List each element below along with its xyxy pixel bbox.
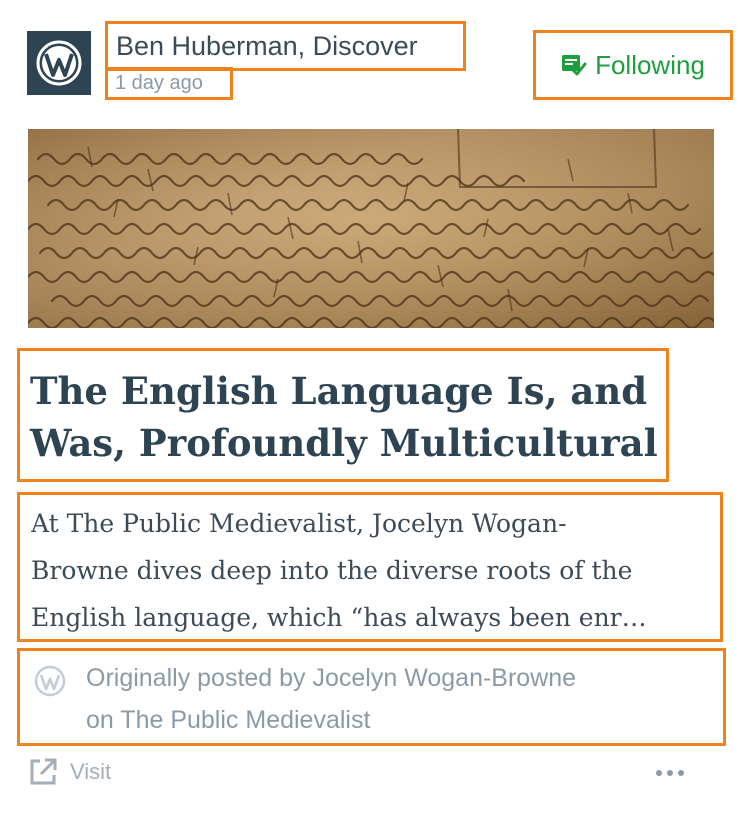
site-avatar[interactable] [27,31,91,95]
timestamp-label: 1 day ago [115,72,203,94]
title-line-2: Was, Profoundly Multicultural [30,421,658,465]
origin-text: Originally posted by Jocelyn Wogan-Brown… [86,657,576,743]
title-line-1: The English Language Is, and [30,369,648,413]
excerpt-line-1: At The Public Medievalist, Jocelyn Wogan… [31,509,567,538]
post-title[interactable]: The English Language Is, and Was, Profou… [17,348,669,482]
ellipsis-icon [656,770,684,776]
excerpt-line-3: English language, which “has always been… [31,603,647,632]
author-site-name[interactable]: Ben Huberman, Discover [105,21,466,71]
original-source-attribution[interactable]: Originally posted by Jocelyn Wogan-Brown… [17,648,726,746]
post-excerpt[interactable]: At The Public Medievalist, Jocelyn Wogan… [17,492,723,642]
origin-line-1: Originally posted by Jocelyn Wogan-Brown… [86,664,577,692]
more-actions-button[interactable] [652,757,688,789]
post-timestamp: 1 day ago [105,67,233,100]
wordpress-logo-icon [36,40,82,86]
manuscript-image [28,129,714,328]
origin-line-2: on The Public Medievalist [86,706,371,734]
visit-link[interactable]: Visit [28,757,111,787]
author-label: Ben Huberman, Discover [116,30,418,61]
following-label: Following [595,49,705,80]
reader-following-icon [562,55,587,76]
excerpt-line-2: Browne dives deep into the diverse roots… [31,556,633,585]
featured-image[interactable] [28,129,714,328]
visit-label: Visit [70,759,112,784]
wordpress-logo-icon [34,665,66,697]
external-link-icon [30,758,57,785]
following-button[interactable]: Following [533,30,733,100]
